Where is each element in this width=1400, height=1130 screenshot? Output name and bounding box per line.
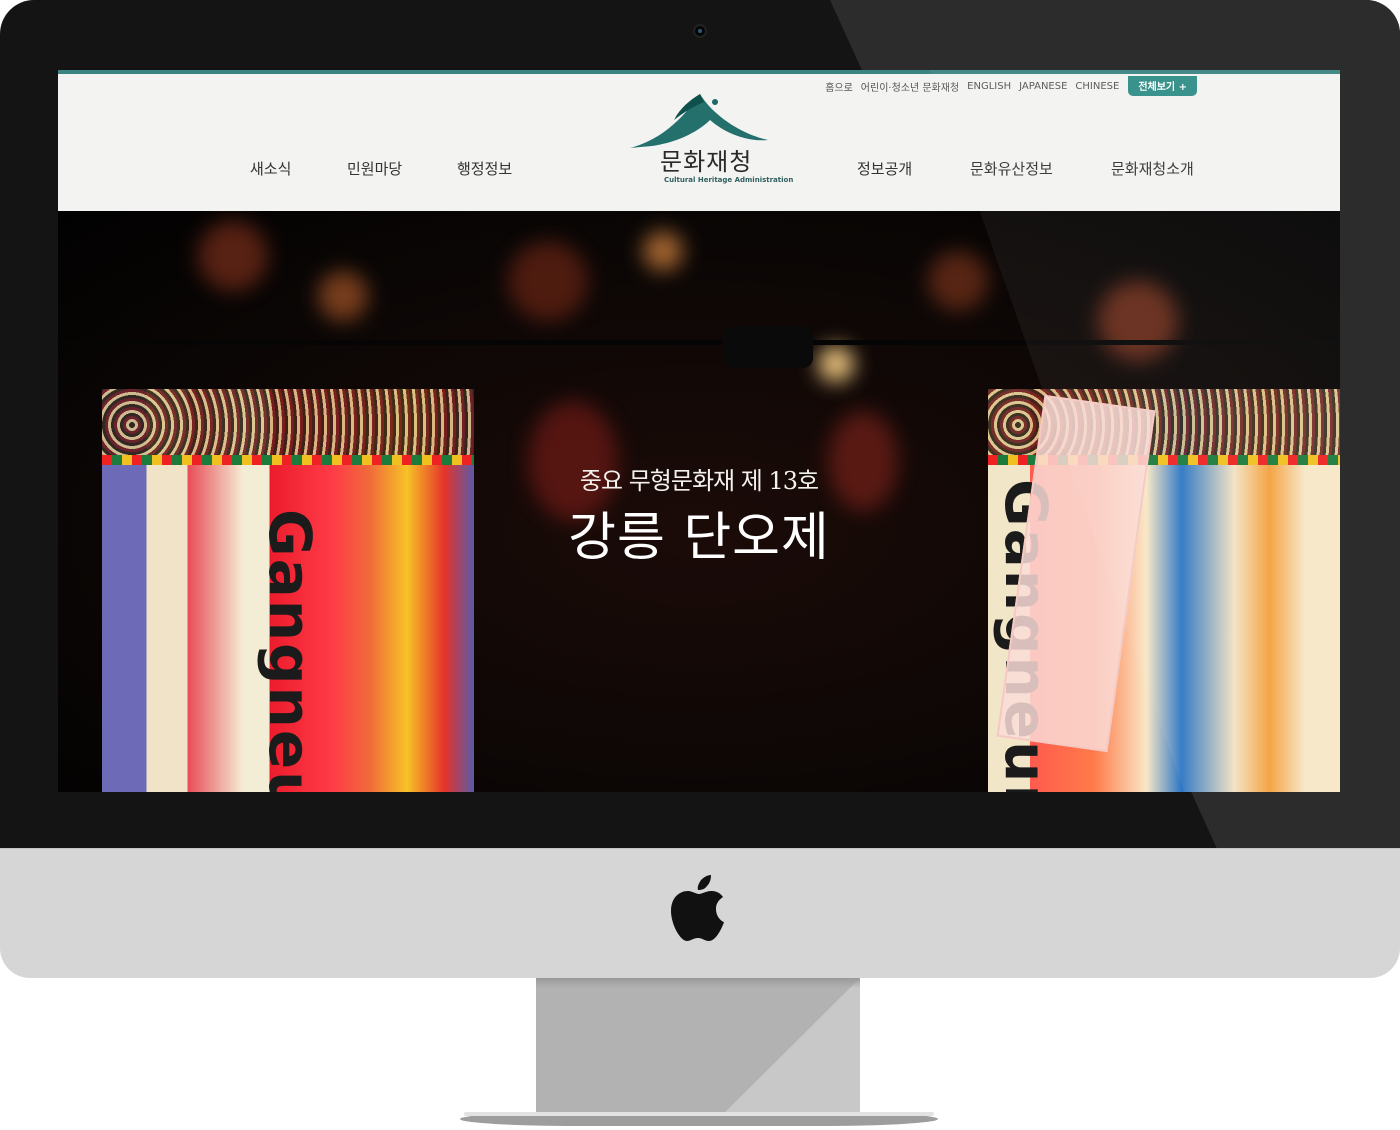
view-all-button[interactable]: 전체보기 +: [1128, 76, 1197, 96]
utility-link-home[interactable]: 홈으로: [825, 79, 853, 94]
nav-admin-info[interactable]: 행정정보: [457, 158, 512, 179]
site-header: 홈으로 어린이·청소년 문화재청 ENGLISH JAPANESE CHINES…: [58, 70, 1340, 211]
monitor-stand-foot: [460, 1112, 938, 1126]
wire-connector: [723, 326, 813, 368]
hero-banner: Gangneung Gangneung 중요 무형문화재 제 13호 강릉 단오…: [58, 211, 1340, 792]
nav-about[interactable]: 문화재청소개: [1111, 158, 1194, 179]
utility-link-chinese[interactable]: CHINESE: [1075, 81, 1119, 92]
logo-subtitle: Cultural Heritage Administration: [664, 176, 794, 184]
utility-link-english[interactable]: ENGLISH: [967, 81, 1011, 92]
lantern-left: Gangneung: [102, 389, 474, 792]
nav-heritage-info[interactable]: 문화유산정보: [970, 158, 1053, 179]
site-logo[interactable]: 문화재청 Cultural Heritage Administration: [630, 90, 793, 190]
screen: 홈으로 어린이·청소년 문화재청 ENGLISH JAPANESE CHINES…: [58, 70, 1340, 792]
logo-title: 문화재청: [660, 148, 753, 176]
hero-subtitle: 중요 무형문화재 제 13호: [579, 467, 819, 495]
nav-news[interactable]: 새소식: [250, 158, 291, 179]
utility-links: 홈으로 어린이·청소년 문화재청 ENGLISH JAPANESE CHINES…: [817, 76, 1197, 96]
string-wire: [58, 340, 1340, 345]
roof-logo-icon: [630, 94, 768, 148]
hero-title: 강릉 단오제: [568, 508, 830, 568]
utility-link-kids[interactable]: 어린이·청소년 문화재청: [861, 79, 959, 94]
nav-info-disclosure[interactable]: 정보공개: [857, 158, 912, 179]
utility-link-japanese[interactable]: JAPANESE: [1019, 81, 1067, 92]
camera-icon: [693, 24, 707, 38]
apple-logo-icon: [671, 875, 724, 941]
nav-civil-service[interactable]: 민원마당: [347, 158, 402, 179]
